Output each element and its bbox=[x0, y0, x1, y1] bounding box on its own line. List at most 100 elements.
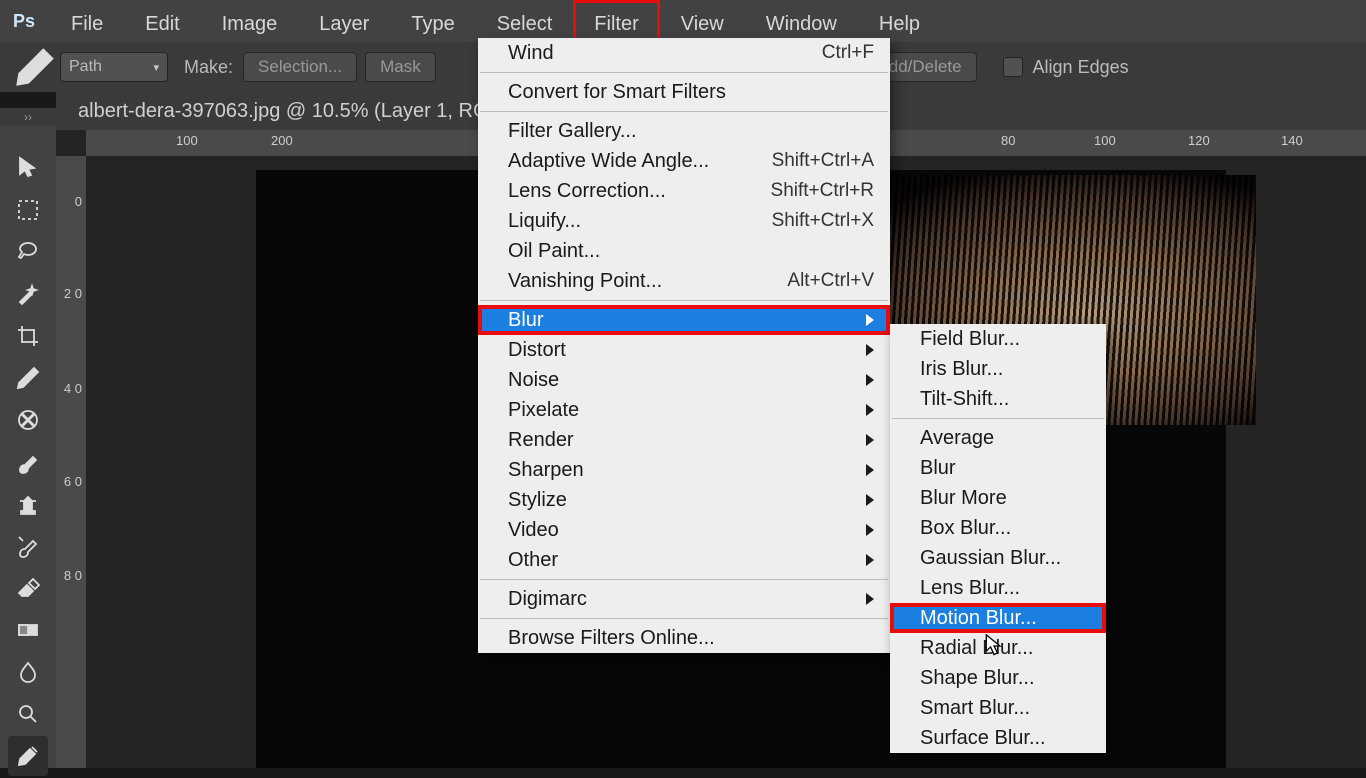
menubar: Ps FileEditImageLayerTypeSelectFilterVie… bbox=[0, 0, 1366, 42]
menu-item-label: Render bbox=[508, 429, 574, 452]
pen-mode-value: Path bbox=[69, 58, 102, 76]
gradient-tool[interactable] bbox=[8, 610, 48, 650]
filter-menu-item-render[interactable]: Render bbox=[478, 425, 890, 455]
menu-separator bbox=[892, 418, 1104, 419]
filter-menu-item-video[interactable]: Video bbox=[478, 515, 890, 545]
filter-menu-item-stylize[interactable]: Stylize bbox=[478, 485, 890, 515]
menu-item-shortcut: Shift+Ctrl+X bbox=[772, 210, 874, 232]
blur-menu-item-smart-blur[interactable]: Smart Blur... bbox=[890, 693, 1106, 723]
menu-item-label: Gaussian Blur... bbox=[920, 547, 1061, 570]
menu-item-label: Motion Blur... bbox=[920, 607, 1037, 630]
menu-item-label: Pixelate bbox=[508, 399, 579, 422]
filter-menu-item-oil-paint[interactable]: Oil Paint... bbox=[478, 236, 890, 266]
app-abbr: Ps bbox=[13, 11, 35, 32]
chevron-down-icon: ▾ bbox=[153, 61, 159, 74]
magic-wand-tool[interactable] bbox=[8, 274, 48, 314]
menu-type[interactable]: Type bbox=[390, 0, 475, 42]
filter-menu-item-sharpen[interactable]: Sharpen bbox=[478, 455, 890, 485]
menu-window[interactable]: Window bbox=[745, 0, 858, 42]
blur-menu-item-shape-blur[interactable]: Shape Blur... bbox=[890, 663, 1106, 693]
filter-menu-item-adaptive-wide-angle[interactable]: Adaptive Wide Angle...Shift+Ctrl+A bbox=[478, 146, 890, 176]
menu-separator bbox=[480, 579, 888, 580]
menu-item-label: Blur bbox=[920, 457, 956, 480]
menu-item-label: Stylize bbox=[508, 489, 567, 512]
blur-menu-item-blur[interactable]: Blur bbox=[890, 453, 1106, 483]
menu-edit[interactable]: Edit bbox=[124, 0, 200, 42]
filter-menu-item-distort[interactable]: Distort bbox=[478, 335, 890, 365]
filter-menu-item-browse-filters-online[interactable]: Browse Filters Online... bbox=[478, 623, 890, 653]
menu-item-label: Liquify... bbox=[508, 210, 581, 233]
menu-select[interactable]: Select bbox=[476, 0, 574, 42]
document-tab[interactable]: albert-dera-397063.jpg @ 10.5% (Layer 1,… bbox=[78, 100, 519, 123]
clone-stamp-tool[interactable] bbox=[8, 484, 48, 524]
menu-item-shortcut: Ctrl+F bbox=[822, 42, 874, 64]
filter-menu-item-other[interactable]: Other bbox=[478, 545, 890, 575]
filter-menu-item-blur[interactable]: Blur bbox=[478, 305, 890, 335]
pen-tool-icon[interactable] bbox=[10, 47, 60, 87]
eyedropper-tool[interactable] bbox=[8, 358, 48, 398]
menu-item-label: Adaptive Wide Angle... bbox=[508, 150, 709, 173]
filter-menu-item-vanishing-point[interactable]: Vanishing Point...Alt+Ctrl+V bbox=[478, 266, 890, 296]
move-tool[interactable] bbox=[8, 148, 48, 188]
menu-help[interactable]: Help bbox=[858, 0, 941, 42]
healing-brush-tool[interactable] bbox=[8, 400, 48, 440]
blur-menu-item-motion-blur[interactable]: Motion Blur... bbox=[890, 603, 1106, 633]
menu-item-label: Smart Blur... bbox=[920, 697, 1030, 720]
eraser-tool[interactable] bbox=[8, 568, 48, 608]
blur-menu-item-surface-blur[interactable]: Surface Blur... bbox=[890, 723, 1106, 753]
lasso-tool[interactable] bbox=[8, 232, 48, 272]
menu-view[interactable]: View bbox=[660, 0, 745, 42]
menu-item-label: Blur bbox=[508, 309, 544, 332]
ruler-h-tick: 140 bbox=[1281, 133, 1303, 148]
ruler-h-tick: 100 bbox=[1094, 133, 1116, 148]
brush-tool[interactable] bbox=[8, 442, 48, 482]
submenu-arrow-icon bbox=[866, 554, 874, 566]
submenu-arrow-icon bbox=[866, 314, 874, 326]
align-edges-checkbox[interactable] bbox=[1003, 57, 1023, 77]
menu-item-label: Sharpen bbox=[508, 459, 584, 482]
menu-item-shortcut: Shift+Ctrl+R bbox=[771, 180, 874, 202]
menu-item-label: Convert for Smart Filters bbox=[508, 81, 726, 104]
ruler-h-tick: 120 bbox=[1188, 133, 1210, 148]
crop-tool[interactable] bbox=[8, 316, 48, 356]
menu-separator bbox=[480, 111, 888, 112]
submenu-arrow-icon bbox=[866, 524, 874, 536]
menu-file[interactable]: File bbox=[50, 0, 124, 42]
menu-filter[interactable]: Filter bbox=[573, 0, 659, 42]
blur-tool[interactable] bbox=[8, 652, 48, 692]
filter-menu-item-lens-correction[interactable]: Lens Correction...Shift+Ctrl+R bbox=[478, 176, 890, 206]
filter-menu-item-digimarc[interactable]: Digimarc bbox=[478, 584, 890, 614]
submenu-arrow-icon bbox=[866, 374, 874, 386]
ruler-vertical: 0 2 0 4 0 6 0 8 0 bbox=[56, 156, 87, 768]
menu-item-label: Browse Filters Online... bbox=[508, 627, 715, 650]
menu-item-label: Noise bbox=[508, 369, 559, 392]
menu-layer[interactable]: Layer bbox=[298, 0, 390, 42]
marquee-tool[interactable] bbox=[8, 190, 48, 230]
blur-menu-item-radial-blur[interactable]: Radial Blur... bbox=[890, 633, 1106, 663]
blur-menu-item-iris-blur[interactable]: Iris Blur... bbox=[890, 354, 1106, 384]
selection-button[interactable]: Selection... bbox=[243, 52, 357, 82]
pen-tool[interactable] bbox=[8, 736, 48, 776]
mask-button[interactable]: Mask bbox=[365, 52, 436, 82]
filter-menu-item-pixelate[interactable]: Pixelate bbox=[478, 395, 890, 425]
panel-expand-grip[interactable]: ›› bbox=[0, 108, 56, 126]
blur-menu-item-field-blur[interactable]: Field Blur... bbox=[890, 324, 1106, 354]
dodge-tool[interactable] bbox=[8, 694, 48, 734]
blur-menu-item-blur-more[interactable]: Blur More bbox=[890, 483, 1106, 513]
menu-image[interactable]: Image bbox=[201, 0, 299, 42]
blur-menu-item-tilt-shift[interactable]: Tilt-Shift... bbox=[890, 384, 1106, 414]
menu-item-label: Box Blur... bbox=[920, 517, 1011, 540]
blur-menu-item-box-blur[interactable]: Box Blur... bbox=[890, 513, 1106, 543]
menu-separator bbox=[480, 618, 888, 619]
menu-item-label: Shape Blur... bbox=[920, 667, 1035, 690]
filter-menu-item-liquify[interactable]: Liquify... Shift+Ctrl+X bbox=[478, 206, 890, 236]
pen-mode-select[interactable]: Path ▾ bbox=[60, 52, 168, 82]
filter-menu-item-noise[interactable]: Noise bbox=[478, 365, 890, 395]
filter-menu-item-filter-gallery[interactable]: Filter Gallery... bbox=[478, 116, 890, 146]
history-brush-tool[interactable] bbox=[8, 526, 48, 566]
blur-menu-item-lens-blur[interactable]: Lens Blur... bbox=[890, 573, 1106, 603]
filter-menu-item-convert-for-smart-filters[interactable]: Convert for Smart Filters bbox=[478, 77, 890, 107]
filter-menu-item-wind[interactable]: WindCtrl+F bbox=[478, 38, 890, 68]
blur-menu-item-gaussian-blur[interactable]: Gaussian Blur... bbox=[890, 543, 1106, 573]
blur-menu-item-average[interactable]: Average bbox=[890, 423, 1106, 453]
